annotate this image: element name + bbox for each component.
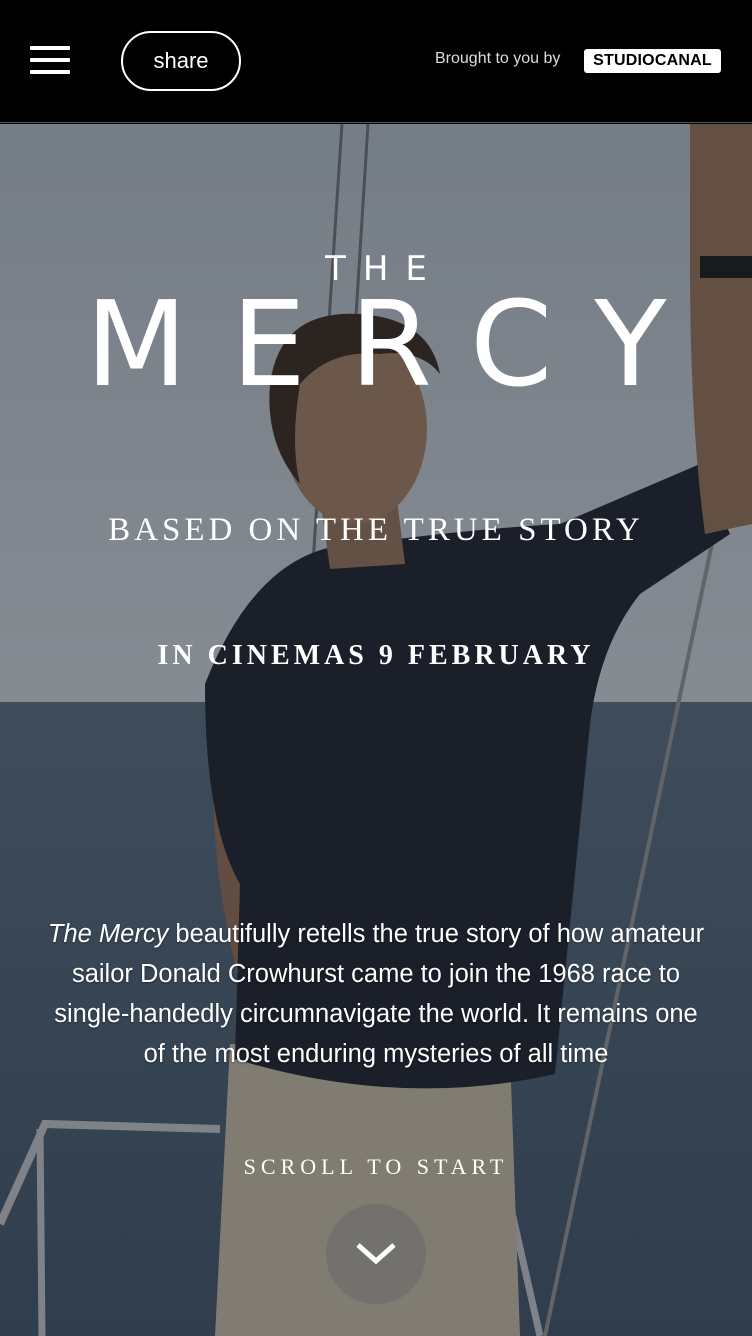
share-button[interactable]: share xyxy=(121,31,241,91)
scroll-down-button[interactable] xyxy=(326,1204,426,1304)
scroll-label: SCROLL TO START xyxy=(243,1154,509,1179)
tagline: BASED ON THE TRUE STORY xyxy=(108,512,644,548)
hero-section: THE MERCY BASED ON THE TRUE STORY IN CIN… xyxy=(0,124,752,1336)
studiocanal-logo[interactable]: STUDIOCANAL xyxy=(584,49,721,73)
top-bar: share Brought to you by STUDIOCANAL xyxy=(0,0,752,123)
release-date: IN CINEMAS 9 FEBRUARY xyxy=(157,640,595,671)
hamburger-menu-icon[interactable] xyxy=(30,44,72,78)
film-title: MERCY xyxy=(85,275,711,413)
chevron-down-icon xyxy=(356,1243,396,1265)
film-description: The Mercy beautifully retells the true s… xyxy=(45,914,707,1074)
sponsor-label: Brought to you by xyxy=(435,50,561,67)
description-title: The Mercy xyxy=(47,920,169,948)
